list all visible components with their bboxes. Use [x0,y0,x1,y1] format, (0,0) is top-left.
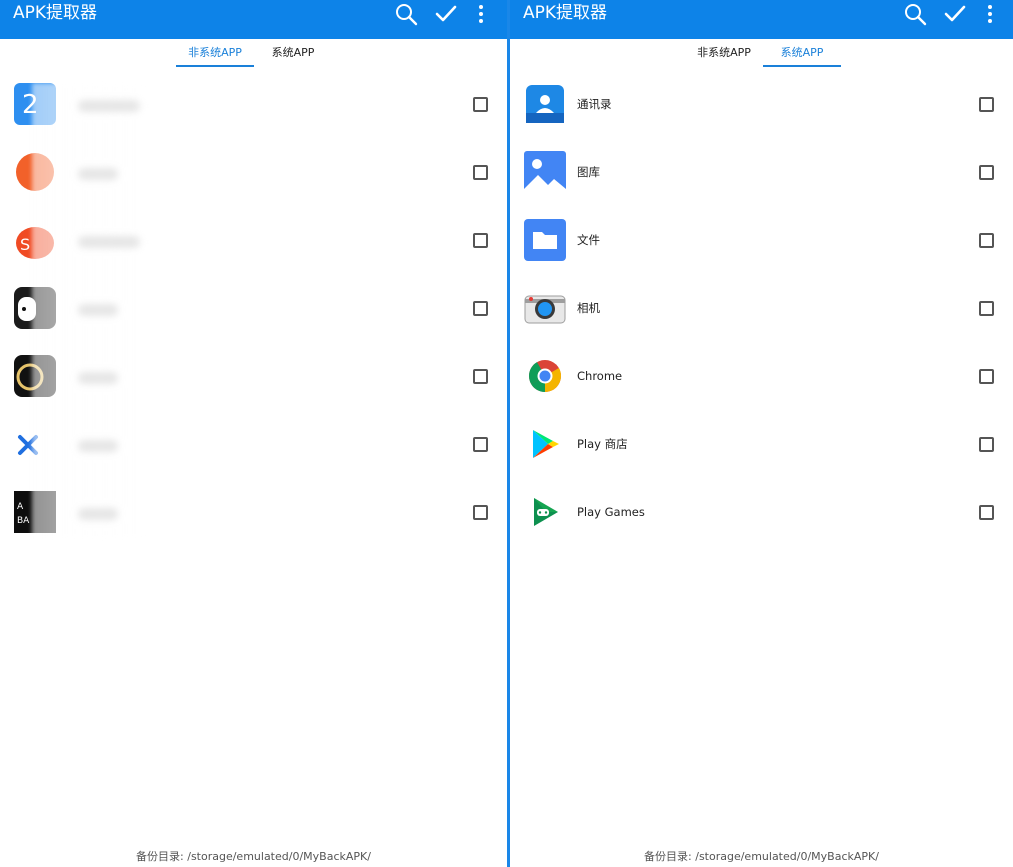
files-icon [524,219,566,261]
contacts-icon [524,83,566,125]
app-name: 相机 [577,301,600,315]
tab-non-system-app[interactable]: 非系统APP [176,45,254,67]
app-name: 图库 [577,165,600,179]
app-title: APK提取器 [13,3,98,23]
list-item[interactable]: Play 商店 [510,410,1013,478]
select-checkbox[interactable] [979,97,994,112]
app-name: Chrome [577,369,623,383]
left-screen: APK提取器 非系统APP 系统APP 2 S A BA 备份目录: /stor… [0,0,507,867]
tab-non-system-app[interactable]: 非系统APP [685,45,763,67]
app-name: 通讯录 [577,97,612,111]
select-checkbox[interactable] [979,165,994,180]
list-item[interactable]: 通讯录 [510,70,1013,138]
blurred-overlay [32,83,142,539]
backup-path: 备份目录: /storage/emulated/0/MyBackAPK/ [644,850,879,863]
tab-system-app[interactable]: 系统APP [763,45,841,67]
select-checkbox[interactable] [473,233,488,248]
search-icon[interactable] [902,2,928,26]
app-bar: APK提取器 [510,0,1013,39]
check-all-icon[interactable] [433,2,459,26]
play-games-icon [524,491,566,533]
svg-text:S: S [20,235,30,254]
app-name: Play Games [577,505,645,519]
select-checkbox[interactable] [473,369,488,384]
gallery-icon [524,151,566,193]
app-name: 文件 [577,233,600,247]
more-options-icon[interactable] [469,2,493,26]
list-item[interactable]: 文件 [510,206,1013,274]
select-checkbox[interactable] [979,369,994,384]
tab-system-app[interactable]: 系统APP [254,45,332,67]
select-checkbox[interactable] [979,505,994,520]
select-checkbox[interactable] [979,437,994,452]
tab-indicator [763,65,841,67]
play-store-icon [524,423,566,465]
tab-label: 系统APP [271,46,315,59]
tab-bar: 非系统APP 系统APP [510,39,1013,69]
search-icon[interactable] [393,2,419,26]
tab-indicator [176,65,254,67]
select-checkbox[interactable] [979,301,994,316]
check-all-icon[interactable] [942,2,968,26]
app-bar: APK提取器 [0,0,507,39]
tab-label: 非系统APP [697,46,751,59]
backup-path: 备份目录: /storage/emulated/0/MyBackAPK/ [136,850,371,863]
more-options-icon[interactable] [978,2,1002,26]
tab-bar: 非系统APP 系统APP [0,39,507,69]
right-screen: APK提取器 非系统APP 系统APP 通讯录 图库 文件 相机 Chrome … [510,0,1013,867]
svg-text:BA: BA [17,516,30,526]
app-name: Play 商店 [577,437,628,451]
split-screen: APK提取器 非系统APP 系统APP 2 S A BA 备份目录: /stor… [0,0,1013,867]
list-item[interactable]: Play Games [510,478,1013,546]
list-item[interactable]: Chrome [510,342,1013,410]
select-checkbox[interactable] [473,505,488,520]
select-checkbox[interactable] [473,301,488,316]
select-checkbox[interactable] [473,97,488,112]
app-title: APK提取器 [523,3,608,23]
select-checkbox[interactable] [473,437,488,452]
list-item[interactable]: 相机 [510,274,1013,342]
svg-text:A: A [17,502,24,512]
chrome-icon [524,355,566,397]
select-checkbox[interactable] [473,165,488,180]
tab-label: 非系统APP [188,46,242,59]
select-checkbox[interactable] [979,233,994,248]
camera-icon [524,287,566,329]
tab-label: 系统APP [780,46,824,59]
list-item[interactable]: 图库 [510,138,1013,206]
